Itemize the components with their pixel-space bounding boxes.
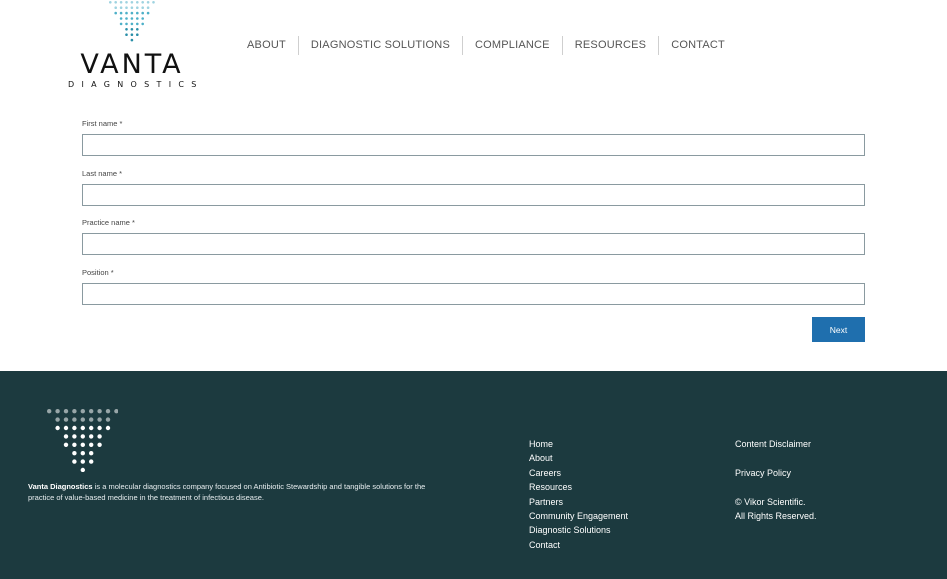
footer-link-home[interactable]: Home	[529, 437, 628, 451]
last-name-field: Last name *	[82, 165, 865, 215]
last-name-label: Last name *	[82, 168, 123, 178]
footer-logo-mark-icon	[47, 409, 118, 472]
first-name-field: First name *	[82, 115, 865, 165]
brand-name: VANTA	[80, 49, 184, 80]
logo-mark-icon	[109, 1, 155, 42]
copyright-line-2: All Rights Reserved.	[735, 511, 817, 521]
contact-form: First name * Last name * Practice name *…	[82, 115, 865, 313]
nav-item-about[interactable]: ABOUT	[235, 36, 298, 55]
brand-tagline: DIAGNOSTICS	[68, 80, 204, 89]
footer-link-contact[interactable]: Contact	[529, 538, 628, 552]
footer-link-community-engagement[interactable]: Community Engagement	[529, 509, 628, 523]
nav-item-compliance[interactable]: COMPLIANCE	[461, 35, 562, 55]
footer-link-careers[interactable]: Careers	[529, 466, 628, 480]
footer-company-name: Vanta Diagnostics	[28, 482, 93, 491]
main-nav: ABOUT DIAGNOSTIC SOLUTIONS COMPLIANCE RE…	[235, 35, 737, 55]
position-field: Position *	[82, 264, 865, 314]
practice-name-label: Practice name *	[82, 218, 135, 227]
footer-link-resources[interactable]: Resources	[529, 480, 628, 494]
footer-legal: Content Disclaimer Privacy Policy © Viko…	[735, 437, 817, 523]
last-name-input[interactable]	[82, 183, 865, 206]
site-footer: Vanta Diagnostics is a molecular diagnos…	[0, 371, 947, 579]
footer-description: Vanta Diagnostics is a molecular diagnos…	[28, 481, 448, 503]
nav-item-resources[interactable]: RESOURCES	[561, 35, 658, 55]
nav-item-contact[interactable]: CONTACT	[658, 35, 737, 55]
footer-link-partners[interactable]: Partners	[529, 495, 628, 509]
copyright-line-1: © Vikor Scientific.	[735, 496, 806, 507]
next-button[interactable]: Next	[812, 317, 865, 342]
footer-link-about[interactable]: About	[529, 451, 628, 465]
footer-link-diagnostic-solutions[interactable]: Diagnostic Solutions	[529, 523, 628, 537]
footer-links: Home About Careers Resources Partners Co…	[529, 437, 628, 552]
practice-name-field: Practice name *	[82, 214, 865, 264]
position-input[interactable]	[82, 282, 865, 305]
content-disclaimer-link[interactable]: Content Disclaimer	[735, 437, 817, 451]
practice-name-input[interactable]	[82, 233, 865, 255]
first-name-input[interactable]	[82, 134, 865, 156]
brand-logo[interactable]: VANTA DIAGNOSTICS	[66, 0, 198, 92]
first-name-label: First name *	[82, 119, 123, 128]
position-label: Position *	[82, 267, 114, 277]
nav-item-diagnostic-solutions[interactable]: DIAGNOSTIC SOLUTIONS	[297, 35, 462, 55]
privacy-policy-link[interactable]: Privacy Policy	[735, 466, 817, 480]
